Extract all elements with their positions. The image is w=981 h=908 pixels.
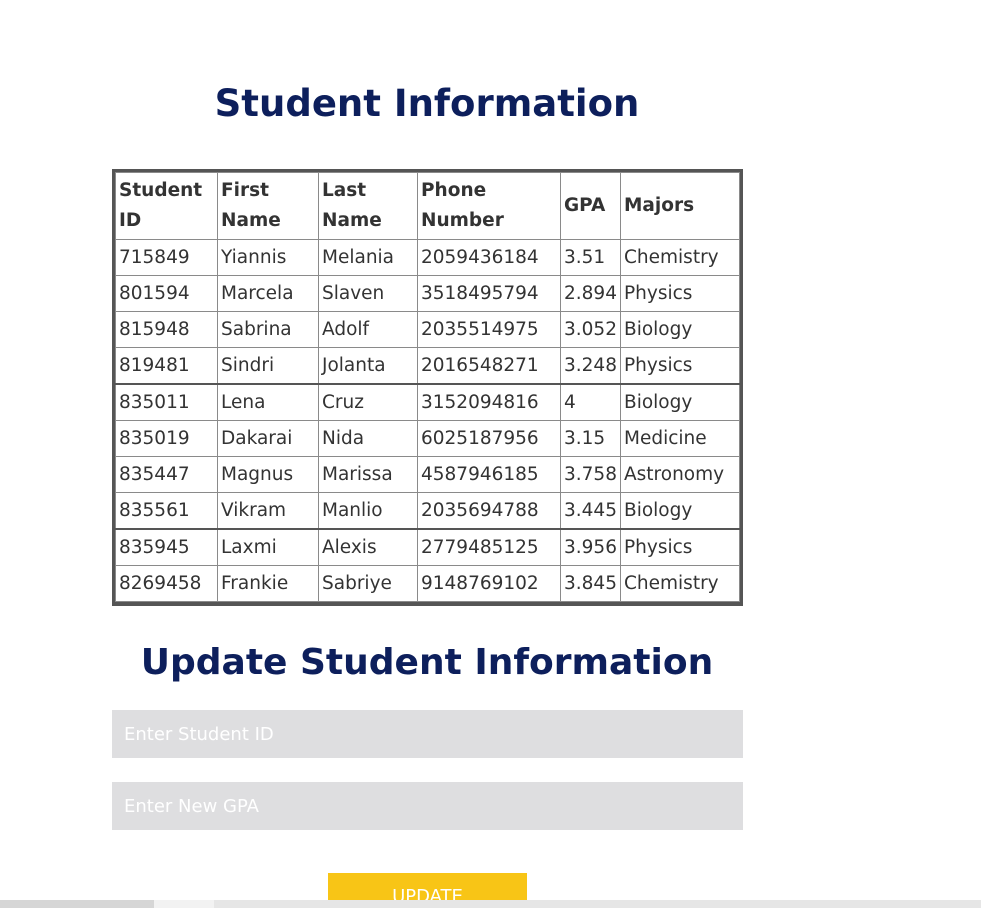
cell-major: Physics <box>620 275 740 312</box>
cell-major: Astronomy <box>620 456 740 493</box>
cell-gpa: 3.248 <box>560 347 621 385</box>
table-row: 835011 Lena Cruz 3152094816 4 Biology <box>115 383 740 421</box>
table-row: 819481 Sindri Jolanta 2016548271 3.248 P… <box>115 347 740 385</box>
student-table: Student ID First Name Last Name Phone Nu… <box>115 172 740 602</box>
cell-last-name: Marissa <box>318 456 418 493</box>
cell-last-name: Jolanta <box>318 347 418 385</box>
cell-phone-number: 2035514975 <box>417 311 561 348</box>
cell-major: Chemistry <box>620 239 740 276</box>
student-id-input[interactable] <box>112 710 743 758</box>
cell-gpa: 4 <box>560 383 621 421</box>
cell-first-name: Dakarai <box>217 420 319 457</box>
cell-first-name: Sindri <box>217 347 319 385</box>
cell-last-name: Slaven <box>318 275 418 312</box>
header-phone-number: Phone Number <box>417 172 561 240</box>
cell-gpa: 3.15 <box>560 420 621 457</box>
cell-student-id: 835945 <box>115 528 218 566</box>
update-section-title: Update Student Information <box>140 642 714 683</box>
header-majors: Majors <box>620 172 740 240</box>
cell-major: Biology <box>620 311 740 348</box>
cell-phone-number: 2059436184 <box>417 239 561 276</box>
cell-last-name: Alexis <box>318 528 418 566</box>
cell-gpa: 3.956 <box>560 528 621 566</box>
cell-student-id: 801594 <box>115 275 218 312</box>
cell-major: Physics <box>620 528 740 566</box>
table-header-row: Student ID First Name Last Name Phone Nu… <box>115 172 740 240</box>
cell-student-id: 835019 <box>115 420 218 457</box>
horizontal-scrollbar-track-highlight <box>154 900 214 908</box>
cell-major: Biology <box>620 492 740 530</box>
cell-last-name: Nida <box>318 420 418 457</box>
header-last-name: Last Name <box>318 172 418 240</box>
cell-first-name: Vikram <box>217 492 319 530</box>
cell-gpa: 3.51 <box>560 239 621 276</box>
cell-student-id: 835011 <box>115 383 218 421</box>
cell-phone-number: 3518495794 <box>417 275 561 312</box>
table-row: 835447 Magnus Marissa 4587946185 3.758 A… <box>115 456 740 493</box>
student-table-container: Student ID First Name Last Name Phone Nu… <box>112 169 743 606</box>
cell-student-id: 819481 <box>115 347 218 385</box>
cell-first-name: Sabrina <box>217 311 319 348</box>
table-row: 815948 Sabrina Adolf 2035514975 3.052 Bi… <box>115 311 740 348</box>
cell-phone-number: 3152094816 <box>417 383 561 421</box>
cell-phone-number: 2779485125 <box>417 528 561 566</box>
cell-gpa: 3.845 <box>560 565 621 602</box>
cell-student-id: 8269458 <box>115 565 218 602</box>
cell-first-name: Marcela <box>217 275 319 312</box>
table-row: 835019 Dakarai Nida 6025187956 3.15 Medi… <box>115 420 740 457</box>
header-student-id: Student ID <box>115 172 218 240</box>
cell-gpa: 3.758 <box>560 456 621 493</box>
cell-phone-number: 2016548271 <box>417 347 561 385</box>
header-gpa: GPA <box>560 172 621 240</box>
cell-first-name: Yiannis <box>217 239 319 276</box>
cell-last-name: Manlio <box>318 492 418 530</box>
cell-first-name: Magnus <box>217 456 319 493</box>
cell-student-id: 835561 <box>115 492 218 530</box>
horizontal-scrollbar[interactable] <box>0 900 981 908</box>
cell-first-name: Lena <box>217 383 319 421</box>
cell-gpa: 2.894 <box>560 275 621 312</box>
cell-student-id: 815948 <box>115 311 218 348</box>
cell-last-name: Melania <box>318 239 418 276</box>
table-row: 835561 Vikram Manlio 2035694788 3.445 Bi… <box>115 492 740 530</box>
cell-student-id: 835447 <box>115 456 218 493</box>
cell-major: Medicine <box>620 420 740 457</box>
cell-major: Chemistry <box>620 565 740 602</box>
header-first-name: First Name <box>217 172 319 240</box>
cell-student-id: 715849 <box>115 239 218 276</box>
cell-first-name: Frankie <box>217 565 319 602</box>
cell-gpa: 3.445 <box>560 492 621 530</box>
table-row: 715849 Yiannis Melania 2059436184 3.51 C… <box>115 239 740 276</box>
table-row: 835945 Laxmi Alexis 2779485125 3.956 Phy… <box>115 528 740 566</box>
cell-major: Physics <box>620 347 740 385</box>
cell-phone-number: 9148769102 <box>417 565 561 602</box>
cell-last-name: Sabriye <box>318 565 418 602</box>
cell-phone-number: 6025187956 <box>417 420 561 457</box>
cell-phone-number: 2035694788 <box>417 492 561 530</box>
cell-phone-number: 4587946185 <box>417 456 561 493</box>
page-title: Student Information <box>214 82 640 125</box>
horizontal-scrollbar-thumb[interactable] <box>0 900 154 908</box>
cell-last-name: Adolf <box>318 311 418 348</box>
table-row: 8269458 Frankie Sabriye 9148769102 3.845… <box>115 565 740 602</box>
table-row: 801594 Marcela Slaven 3518495794 2.894 P… <box>115 275 740 312</box>
cell-last-name: Cruz <box>318 383 418 421</box>
new-gpa-input[interactable] <box>112 782 743 830</box>
cell-gpa: 3.052 <box>560 311 621 348</box>
cell-major: Biology <box>620 383 740 421</box>
cell-first-name: Laxmi <box>217 528 319 566</box>
